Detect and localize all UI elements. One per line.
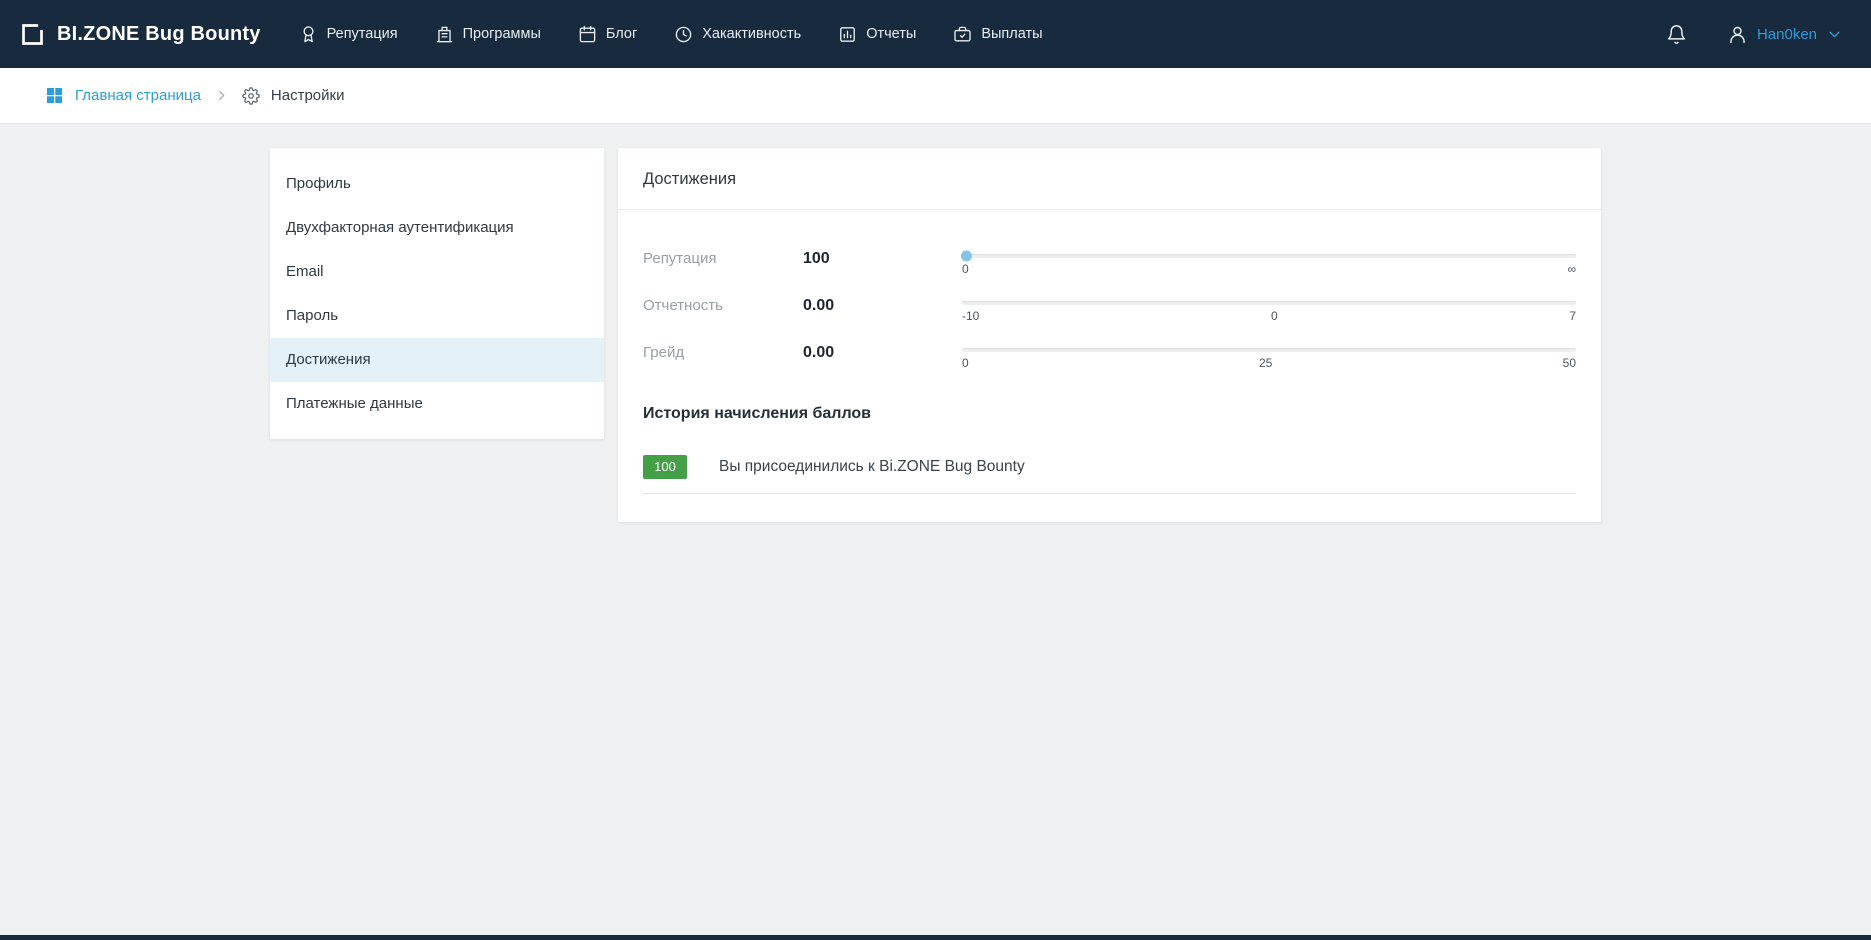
- chevron-down-icon: [1826, 26, 1843, 43]
- main-nav: Репутация Программы Блог: [299, 25, 1043, 44]
- nav-item-label: Репутация: [327, 26, 398, 42]
- gear-icon: [242, 87, 260, 105]
- payouts-icon: [953, 25, 972, 44]
- user-menu[interactable]: Han0ken: [1727, 24, 1843, 45]
- bizone-logo-icon: [19, 21, 46, 48]
- nav-item-payouts[interactable]: Выплаты: [953, 25, 1042, 44]
- reporting-scale: -10 0 7: [962, 296, 1576, 323]
- metric-value: 100: [803, 249, 962, 269]
- panel-title: Достижения: [618, 148, 1601, 210]
- top-navbar: BI.ZONE Bug Bounty Репутация Программы: [0, 0, 1871, 68]
- programs-icon: [435, 25, 454, 44]
- tick-mid: 0: [1271, 309, 1278, 323]
- tick-mid: 25: [1259, 356, 1272, 370]
- reputation-icon: [299, 25, 318, 44]
- scale-marker: [961, 251, 972, 262]
- settings-item-payment-data[interactable]: Платежные данные: [270, 382, 604, 426]
- metric-label: Грейд: [643, 343, 803, 363]
- metric-value: 0.00: [803, 343, 962, 363]
- tick-left: -10: [962, 309, 979, 323]
- brand-title: BI.ZONE Bug Bounty: [57, 23, 261, 46]
- metric-row-reputation: Репутация 100 0 ∞: [643, 242, 1576, 283]
- history-text: Вы присоединились к Bi.ZONE Bug Bounty: [719, 458, 1025, 476]
- page: BI.ZONE Bug Bounty Репутация Программы: [0, 0, 1871, 522]
- nav-item-reputation[interactable]: Репутация: [299, 25, 398, 44]
- settings-nav: Профиль Двухфакторная аутентификация Ema…: [270, 148, 604, 439]
- metric-row-grade: Грейд 0.00 0 25 50: [643, 336, 1576, 377]
- nav-item-blog[interactable]: Блог: [578, 25, 637, 44]
- nav-item-hacktivity[interactable]: Хакактивность: [674, 25, 801, 44]
- tick-left: 0: [962, 262, 969, 276]
- scale-ticks: 0 ∞: [962, 262, 1576, 276]
- scale-track: [962, 254, 1576, 258]
- navbar-right: Han0ken: [1666, 24, 1843, 45]
- tick-left: 0: [962, 356, 969, 370]
- reports-icon: [838, 25, 857, 44]
- nav-item-label: Выплаты: [981, 26, 1042, 42]
- tick-right: ∞: [1567, 262, 1576, 276]
- history-row: 100 Вы присоединились к Bi.ZONE Bug Boun…: [643, 455, 1576, 494]
- settings-item-profile[interactable]: Профиль: [270, 162, 604, 206]
- achievements-panel: Достижения Репутация 100 0 ∞: [618, 148, 1601, 522]
- history-title: История начисления баллов: [643, 405, 1576, 423]
- metric-label: Отчетность: [643, 296, 803, 316]
- blog-icon: [578, 25, 597, 44]
- username: Han0ken: [1757, 26, 1817, 43]
- settings-item-email[interactable]: Email: [270, 250, 604, 294]
- breadcrumb-current-label: Настройки: [271, 87, 345, 104]
- metric-row-reporting: Отчетность 0.00 -10 0 7: [643, 289, 1576, 330]
- notifications-button[interactable]: [1666, 24, 1687, 45]
- breadcrumb-current: Настройки: [242, 87, 345, 105]
- nav-item-label: Хакактивность: [702, 26, 801, 42]
- nav-item-programs[interactable]: Программы: [435, 25, 541, 44]
- scale-track: [962, 348, 1576, 352]
- metric-label: Репутация: [643, 249, 803, 269]
- user-icon: [1727, 24, 1748, 45]
- breadcrumb-home-link[interactable]: Главная страница: [45, 86, 201, 105]
- scale-ticks: -10 0 7: [962, 309, 1576, 323]
- nav-item-label: Отчеты: [866, 26, 916, 42]
- nav-item-label: Блог: [606, 26, 637, 42]
- grade-scale: 0 25 50: [962, 343, 1576, 370]
- brand-home-link[interactable]: BI.ZONE Bug Bounty: [19, 21, 261, 48]
- metric-value: 0.00: [803, 296, 962, 316]
- breadcrumb-home-label: Главная страница: [75, 87, 201, 104]
- settings-item-2fa[interactable]: Двухфакторная аутентификация: [270, 206, 604, 250]
- points-badge: 100: [643, 455, 687, 479]
- chevron-right-icon: [215, 89, 228, 102]
- panel-body: Репутация 100 0 ∞ От: [618, 210, 1601, 522]
- scale-track: [962, 301, 1576, 305]
- scale-ticks: 0 25 50: [962, 356, 1576, 370]
- breadcrumb: Главная страница Настройки: [0, 68, 1871, 124]
- nav-item-reports[interactable]: Отчеты: [838, 25, 916, 44]
- settings-item-password[interactable]: Пароль: [270, 294, 604, 338]
- bell-icon: [1666, 24, 1687, 45]
- main-content: Профиль Двухфакторная аутентификация Ema…: [270, 148, 1601, 522]
- settings-item-achievements[interactable]: Достижения: [270, 338, 604, 382]
- reputation-scale: 0 ∞: [962, 249, 1576, 276]
- footer-edge: [0, 935, 1871, 940]
- tick-right: 50: [1563, 356, 1576, 370]
- home-grid-icon: [45, 86, 64, 105]
- hacktivity-icon: [674, 25, 693, 44]
- nav-item-label: Программы: [463, 26, 541, 42]
- tick-right: 7: [1569, 309, 1576, 323]
